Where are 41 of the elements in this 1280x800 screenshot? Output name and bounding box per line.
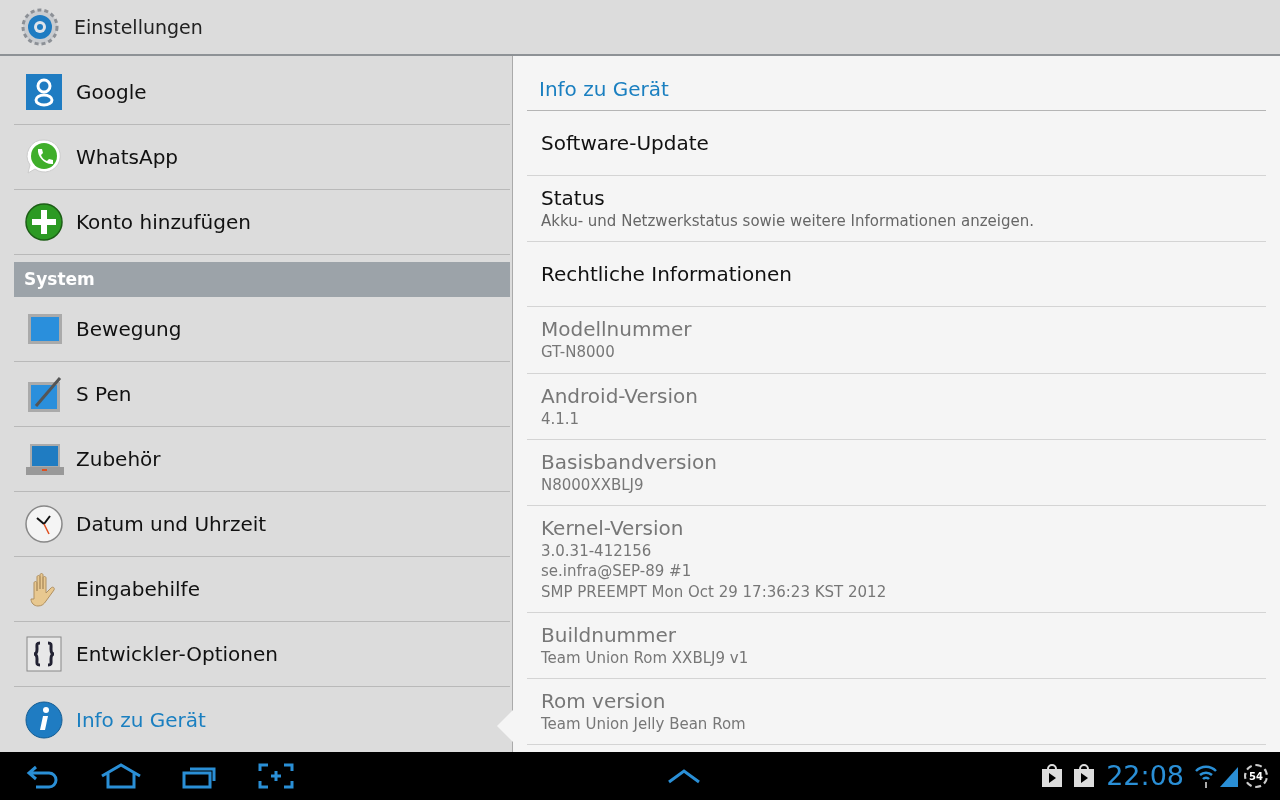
item-summary: GT-N8000 (541, 342, 616, 363)
item-title: Kernel-Version (541, 516, 685, 541)
item-title: Basisbandversion (541, 449, 718, 475)
item-title: Rom version (541, 689, 667, 714)
item-title: Rechtliche Informationen (541, 261, 793, 287)
settings-item[interactable]: S Pen (14, 362, 510, 427)
wifi-icon (1194, 763, 1218, 789)
bag-play-icon (1072, 763, 1097, 789)
section-header: System (14, 262, 510, 297)
item-summary: 4.1.1 (541, 408, 581, 429)
settings-item[interactable]: Bewegung (14, 297, 510, 362)
settings-item[interactable]: Google (14, 60, 510, 125)
info-circle-icon (24, 699, 64, 740)
item-title: Software-Update (541, 130, 710, 156)
settings-gear-icon (20, 7, 60, 47)
item-title: Buildnummer (541, 622, 678, 648)
settings-item[interactable]: Entwickler-Optionen (14, 622, 510, 687)
battery-indicator: 54 (1244, 764, 1268, 788)
bag-play-icon (1040, 763, 1065, 789)
info-item[interactable]: Software-Update (527, 111, 1266, 176)
item-title: Status (541, 186, 606, 211)
clock-icon (24, 504, 64, 544)
settings-item[interactable]: Eingabehilfe (14, 557, 510, 622)
braces-icon (24, 634, 64, 674)
settings-item[interactable]: Zubehör (14, 427, 510, 492)
clock: 22:08 (1106, 758, 1184, 793)
plus-circle-icon (24, 202, 64, 242)
item-summary: Team Union Rom XXBLJ9 v1 (541, 647, 750, 668)
settings-item[interactable]: WhatsApp (14, 125, 510, 190)
item-title: Modellnummer (541, 317, 693, 343)
item-title: Android-Version (541, 383, 699, 409)
settings-item[interactable]: Konto hinzufügen (14, 190, 510, 255)
settings-item[interactable]: Datum und Uhrzeit (14, 492, 510, 557)
section-title: Info zu Gerät (527, 70, 1266, 111)
app-title: Einstellungen (74, 14, 203, 40)
item-summary: 3.0.31-412156 se.infra@SEP-89 #1 SMP PREEMPT Mon Oct 29 17:36:23 KST 2012 (541, 541, 888, 602)
item-summary: Team Union Jelly Bean Rom (541, 714, 747, 735)
info-item[interactable]: Status Akku- und Netzwerkstatus sowie weitere Informationen anzeigen. (527, 176, 1266, 243)
item-summary: Akku- und Netzwerkstatus sowie weitere Informationen anzeigen. (541, 211, 1035, 232)
item-summary: N8000XXBLJ9 (541, 474, 645, 495)
info-item[interactable]: Rechtliche Informationen (527, 242, 1266, 308)
